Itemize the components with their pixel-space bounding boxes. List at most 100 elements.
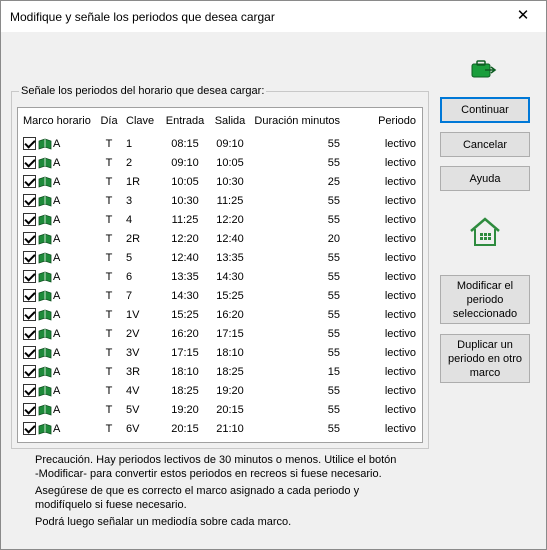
book-icon	[36, 327, 52, 340]
column-header-clave[interactable]: Clave	[122, 108, 160, 134]
table-row[interactable]: A T 2 09:10 10:05 55 lectivo	[18, 153, 422, 172]
periodo-cell: lectivo	[384, 175, 416, 188]
marco-cell: A	[18, 343, 96, 362]
periodo-cell: lectivo	[384, 213, 416, 226]
table-row[interactable]: A T 4V 18:25 19:20 55 lectivo	[18, 381, 422, 400]
column-header-periodo[interactable]: Periodo	[348, 108, 422, 134]
table-row[interactable]: A T 2R 12:20 12:40 20 lectivo	[18, 229, 422, 248]
column-header-dia[interactable]: Día	[96, 108, 122, 134]
entrada-cell: 12:20	[171, 232, 199, 245]
book-icon	[36, 232, 52, 245]
marco-cell: A	[18, 267, 96, 286]
row-checkbox[interactable]	[23, 327, 36, 340]
column-header-duracion[interactable]: Duración minutos	[250, 108, 348, 134]
clave-cell: 2	[126, 156, 133, 169]
row-checkbox[interactable]	[23, 213, 36, 226]
duracion-cell: 55	[327, 346, 340, 359]
salida-cell: 18:25	[216, 365, 244, 378]
ayuda-button[interactable]: Ayuda	[440, 166, 530, 191]
entrada-cell: 16:20	[171, 327, 199, 340]
marco-cell: A	[18, 286, 96, 305]
table-row[interactable]: A T 5V 19:20 20:15 55 lectivo	[18, 400, 422, 419]
dia-cell: T	[105, 403, 113, 416]
row-checkbox[interactable]	[23, 175, 36, 188]
row-checkbox[interactable]	[23, 365, 36, 378]
dialog-window: Modifique y señale los periodos que dese…	[0, 0, 547, 550]
modificar-line-2: periodo	[466, 293, 504, 306]
group-label: Señale los periodos del horario que dese…	[19, 85, 267, 97]
marco-cell: A	[18, 362, 96, 381]
row-checkbox[interactable]	[23, 346, 36, 359]
continuar-button[interactable]: Continuar	[440, 97, 530, 123]
duracion-cell: 55	[327, 137, 340, 150]
book-icon	[36, 422, 52, 435]
clave-cell: 3R	[126, 365, 141, 378]
periods-table: Marco horario Día Clave Entrada Salida D…	[18, 108, 422, 438]
clave-cell: 5	[126, 251, 133, 264]
table-row[interactable]: A T 7 14:30 15:25 55 lectivo	[18, 286, 422, 305]
column-header-entrada[interactable]: Entrada	[160, 108, 210, 134]
duracion-cell: 20	[327, 232, 340, 245]
duracion-cell: 55	[327, 156, 340, 169]
periodo-cell: lectivo	[384, 403, 416, 416]
table-row[interactable]: A T 2V 16:20 17:15 55 lectivo	[18, 324, 422, 343]
modificar-line-1: Modificar el	[456, 279, 514, 292]
duplicar-periodo-button[interactable]: Duplicar un periodo en otro marco	[440, 334, 530, 383]
clave-cell: 2V	[126, 327, 140, 340]
clave-cell: 4V	[126, 384, 140, 397]
periods-list[interactable]: Marco horario Día Clave Entrada Salida D…	[17, 107, 423, 443]
table-row[interactable]: A T 3R 18:10 18:25 15 lectivo	[18, 362, 422, 381]
row-checkbox[interactable]	[23, 308, 36, 321]
entrada-cell: 10:30	[171, 194, 199, 207]
table-row[interactable]: A T 1R 10:05 10:30 25 lectivo	[18, 172, 422, 191]
table-row[interactable]: A T 3 10:30 11:25 55 lectivo	[18, 191, 422, 210]
table-row[interactable]: A T 6V 20:15 21:10 55 lectivo	[18, 419, 422, 438]
table-row[interactable]: A T 1V 15:25 16:20 55 lectivo	[18, 305, 422, 324]
entrada-cell: 15:25	[171, 308, 199, 321]
dia-cell: T	[105, 137, 113, 150]
row-checkbox[interactable]	[23, 194, 36, 207]
periodo-cell: lectivo	[384, 384, 416, 397]
row-checkbox[interactable]	[23, 289, 36, 302]
duracion-cell: 55	[327, 213, 340, 226]
column-header-marco[interactable]: Marco horario	[18, 108, 96, 134]
periodo-cell: lectivo	[384, 422, 416, 435]
row-checkbox[interactable]	[23, 251, 36, 264]
row-checkbox[interactable]	[23, 384, 36, 397]
dia-cell: T	[105, 365, 113, 378]
table-row[interactable]: A T 6 13:35 14:30 55 lectivo	[18, 267, 422, 286]
table-row[interactable]: A T 4 11:25 12:20 55 lectivo	[18, 210, 422, 229]
marco-cell: A	[18, 248, 96, 267]
periodo-cell: lectivo	[384, 327, 416, 340]
row-checkbox[interactable]	[23, 232, 36, 245]
salida-cell: 12:40	[216, 232, 244, 245]
table-row[interactable]: A T 1 08:15 09:10 55 lectivo	[18, 134, 422, 153]
entrada-cell: 08:15	[171, 137, 199, 150]
info-note-line-3: Podrá luego señalar un mediodía sobre ca…	[35, 516, 292, 528]
table-row[interactable]: A T 3V 17:15 18:10 55 lectivo	[18, 343, 422, 362]
salida-cell: 18:10	[216, 346, 244, 359]
modificar-periodo-button[interactable]: Modificar el periodo seleccionado	[440, 275, 530, 324]
row-checkbox[interactable]	[23, 137, 36, 150]
book-icon	[36, 156, 52, 169]
marco-value: A	[53, 365, 61, 378]
salida-cell: 21:10	[216, 422, 244, 435]
duracion-cell: 55	[327, 308, 340, 321]
column-header-salida[interactable]: Salida	[210, 108, 250, 134]
salida-cell: 15:25	[216, 289, 244, 302]
row-checkbox[interactable]	[23, 156, 36, 169]
cancelar-button[interactable]: Cancelar	[440, 132, 530, 157]
close-button[interactable]: ✕	[500, 1, 546, 32]
table-header-row: Marco horario Día Clave Entrada Salida D…	[18, 108, 422, 134]
duplicar-line-1: Duplicar un	[457, 338, 513, 351]
row-checkbox[interactable]	[23, 422, 36, 435]
salida-cell: 13:35	[216, 251, 244, 264]
book-icon	[36, 365, 52, 378]
table-row[interactable]: A T 5 12:40 13:35 55 lectivo	[18, 248, 422, 267]
clave-cell: 3V	[126, 346, 140, 359]
salida-cell: 17:15	[216, 327, 244, 340]
dia-cell: T	[105, 213, 113, 226]
dia-cell: T	[105, 232, 113, 245]
row-checkbox[interactable]	[23, 403, 36, 416]
row-checkbox[interactable]	[23, 270, 36, 283]
